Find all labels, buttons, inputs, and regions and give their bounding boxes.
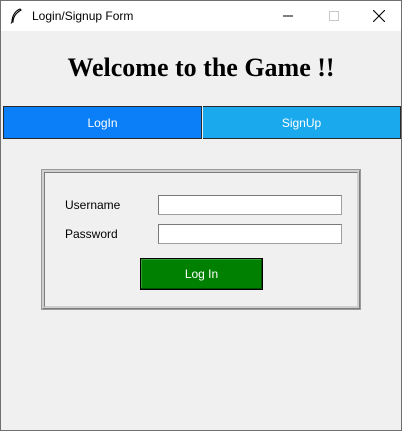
login-button[interactable]: Log In — [140, 258, 263, 290]
tab-signup-label: SignUp — [281, 115, 322, 130]
maximize-icon — [329, 11, 339, 21]
tab-signup[interactable]: SignUp — [203, 106, 401, 139]
tab-login-label: LogIn — [87, 115, 118, 130]
username-label: Username — [65, 198, 121, 212]
close-icon — [373, 10, 385, 22]
app-window: Login/Signup Form Welcome to the Game !!… — [0, 0, 402, 431]
minimize-icon — [283, 15, 293, 17]
feather-icon — [10, 8, 22, 24]
username-field[interactable] — [158, 195, 342, 215]
window-title: Login/Signup Form — [32, 9, 134, 23]
password-label: Password — [65, 227, 118, 241]
close-button[interactable] — [356, 1, 402, 31]
minimize-button[interactable] — [265, 1, 311, 31]
tab-login[interactable]: LogIn — [3, 106, 202, 139]
password-field[interactable] — [158, 224, 342, 244]
title-bar[interactable]: Login/Signup Form — [1, 1, 401, 31]
login-button-label: Log In — [184, 267, 219, 281]
maximize-button[interactable] — [311, 1, 357, 31]
welcome-heading: Welcome to the Game !! — [67, 53, 335, 82]
